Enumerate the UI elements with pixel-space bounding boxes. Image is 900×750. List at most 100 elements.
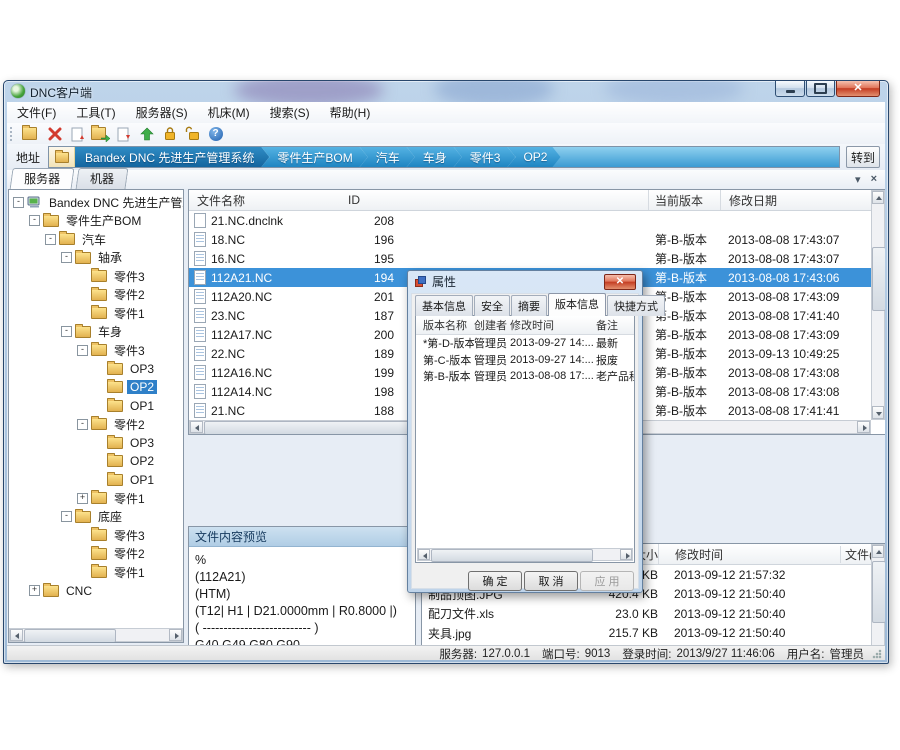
tab-server[interactable]: 服务器 bbox=[9, 168, 74, 190]
tree-item[interactable]: 零件1 bbox=[9, 563, 183, 582]
menu-search[interactable]: 搜索(S) bbox=[260, 102, 320, 123]
attachment-row[interactable]: 配刀文件.xls23.0 KB2013-09-12 21:50:40 bbox=[422, 604, 871, 624]
tree-item[interactable]: 零件1 bbox=[9, 304, 183, 323]
minimize-button[interactable] bbox=[775, 81, 805, 97]
expand-icon[interactable] bbox=[29, 585, 40, 596]
menu-file[interactable]: 文件(F) bbox=[7, 102, 66, 123]
version-row[interactable]: 第-C-版本管理员2013-09-27 14:...报废 bbox=[416, 352, 634, 369]
maximize-button[interactable] bbox=[806, 81, 835, 97]
resize-grip[interactable] bbox=[872, 649, 882, 659]
upload-arrow-icon[interactable] bbox=[138, 125, 155, 142]
tab-shortcut[interactable]: 快捷方式 bbox=[607, 295, 665, 316]
collapse-icon[interactable] bbox=[13, 197, 24, 208]
tree-item-carbody[interactable]: 车身 bbox=[9, 323, 183, 342]
tree-item[interactable]: 零件3 bbox=[9, 526, 183, 545]
tree-item-root[interactable]: Bandex DNC 先进生产管理系统 bbox=[9, 193, 183, 212]
breadcrumb-item-op2[interactable]: OP2 bbox=[507, 147, 562, 167]
version-list-header[interactable]: 版本名称 创建者 修改时间 备注 bbox=[416, 316, 634, 335]
file-list-vscrollbar[interactable] bbox=[871, 190, 885, 420]
new-folder-icon[interactable] bbox=[23, 125, 40, 142]
tab-dropdown-icon[interactable]: ▾ bbox=[855, 173, 861, 186]
file-icon bbox=[194, 251, 206, 266]
ok-button[interactable]: 确 定 bbox=[468, 571, 522, 591]
breadcrumb-item-auto[interactable]: 汽车 bbox=[360, 147, 415, 167]
window-title: DNC客户端 bbox=[30, 84, 92, 101]
tree-item[interactable]: 零件3 bbox=[9, 341, 183, 360]
tree-item[interactable]: OP2 bbox=[9, 452, 183, 471]
server-value: 127.0.0.1 bbox=[482, 648, 530, 660]
attachments-vscrollbar[interactable] bbox=[871, 544, 885, 660]
check-in-file-icon[interactable] bbox=[69, 125, 86, 142]
collapse-icon[interactable] bbox=[45, 234, 56, 245]
breadcrumb-item-bom[interactable]: 零件生产BOM bbox=[261, 147, 367, 167]
dialog-tabs: 基本信息 安全 摘要 版本信息 快捷方式 bbox=[415, 297, 666, 316]
menu-tools[interactable]: 工具(T) bbox=[66, 102, 125, 123]
col-current-version[interactable]: 当前版本 bbox=[648, 190, 720, 210]
collapse-icon[interactable] bbox=[77, 419, 88, 430]
version-row[interactable]: 第-B-版本管理员2013-08-08 17:...老产品程序 bbox=[416, 368, 634, 385]
tree-item[interactable]: 零件2 bbox=[9, 415, 183, 434]
file-row[interactable]: 16.NC195第-B-版本2013-08-08 17:43:07 bbox=[189, 249, 871, 268]
tree-item[interactable]: OP1 bbox=[9, 397, 183, 416]
attachment-row[interactable]: 夹具.jpg215.7 KB2013-09-12 21:50:40 bbox=[422, 624, 871, 644]
go-button[interactable]: 转到 bbox=[846, 146, 880, 168]
col-attach-time[interactable]: 修改时间 bbox=[658, 544, 840, 564]
file-row[interactable]: 18.NC196第-B-版本2013-08-08 17:43:07 bbox=[189, 230, 871, 249]
breadcrumb[interactable]: Bandex DNC 先进生产管理系统 零件生产BOM 汽车 车身 零件3 OP… bbox=[48, 146, 840, 168]
collapse-icon[interactable] bbox=[61, 326, 72, 337]
send-folder-icon[interactable] bbox=[92, 125, 109, 142]
col-file-name[interactable]: 文件名称 bbox=[189, 192, 344, 209]
help-icon[interactable]: ? bbox=[207, 125, 224, 142]
tree-item-auto[interactable]: 汽车 bbox=[9, 230, 183, 249]
file-row[interactable]: 21.NC.dnclnk208 bbox=[189, 211, 871, 230]
file-list-header[interactable]: 文件名称 ID 当前版本 修改日期 bbox=[189, 190, 871, 211]
tree-item-op2-selected[interactable]: OP2 bbox=[9, 378, 183, 397]
col-attach-extra[interactable]: 文件(& bbox=[840, 546, 871, 563]
version-list-hscrollbar[interactable] bbox=[417, 548, 633, 561]
tree-item-cnc[interactable]: CNC bbox=[9, 582, 183, 601]
cancel-button[interactable]: 取 消 bbox=[524, 571, 578, 591]
apply-button[interactable]: 应 用 bbox=[580, 571, 634, 591]
collapse-icon[interactable] bbox=[77, 345, 88, 356]
breadcrumb-item-body[interactable]: 车身 bbox=[407, 147, 462, 167]
tree-item[interactable]: 零件2 bbox=[9, 545, 183, 564]
version-row[interactable]: *第-D-版本管理员2013-09-27 14:...最新 bbox=[416, 335, 634, 352]
dialog-close-button[interactable]: ✕ bbox=[604, 274, 636, 290]
tab-basic-info[interactable]: 基本信息 bbox=[415, 295, 473, 316]
collapse-icon[interactable] bbox=[61, 511, 72, 522]
close-button[interactable]: ✕ bbox=[836, 81, 880, 97]
unlock-icon[interactable] bbox=[184, 125, 201, 142]
tab-security[interactable]: 安全 bbox=[474, 295, 510, 316]
dialog-title-bar[interactable]: 属性 ✕ bbox=[408, 271, 642, 292]
breadcrumb-item-part3[interactable]: 零件3 bbox=[454, 147, 516, 167]
tab-version-info[interactable]: 版本信息 bbox=[548, 293, 606, 316]
version-list: 版本名称 创建者 修改时间 备注 *第-D-版本管理员2013-09-27 14… bbox=[415, 315, 635, 563]
col-id[interactable]: ID bbox=[344, 193, 406, 207]
menu-server[interactable]: 服务器(S) bbox=[126, 102, 198, 123]
tab-close-icon[interactable]: × bbox=[871, 173, 877, 186]
tree-item[interactable]: OP1 bbox=[9, 471, 183, 490]
collapse-icon[interactable] bbox=[61, 252, 72, 263]
tree-hscrollbar[interactable] bbox=[9, 628, 183, 642]
tree-item[interactable]: 零件1 bbox=[9, 489, 183, 508]
expand-icon[interactable] bbox=[77, 493, 88, 504]
check-out-file-icon[interactable] bbox=[115, 125, 132, 142]
col-modified-date[interactable]: 修改日期 bbox=[720, 190, 871, 210]
menu-machine[interactable]: 机床(M) bbox=[198, 102, 260, 123]
collapse-icon[interactable] bbox=[29, 215, 40, 226]
tree-item-base[interactable]: 底座 bbox=[9, 508, 183, 527]
tree-item[interactable]: 零件2 bbox=[9, 286, 183, 305]
tab-summary[interactable]: 摘要 bbox=[511, 295, 547, 316]
tree-item-bom[interactable]: 零件生产BOM bbox=[9, 212, 183, 231]
tree-item-bearing[interactable]: 轴承 bbox=[9, 249, 183, 268]
tree-item[interactable]: 零件3 bbox=[9, 267, 183, 286]
lock-icon[interactable] bbox=[161, 125, 178, 142]
title-bar[interactable]: DNC客户端 ✕ bbox=[4, 81, 888, 102]
menu-help[interactable]: 帮助(H) bbox=[320, 102, 381, 123]
tree-item[interactable]: OP3 bbox=[9, 434, 183, 453]
tree-item[interactable]: OP3 bbox=[9, 360, 183, 379]
delete-icon[interactable] bbox=[46, 125, 63, 142]
properties-dialog: 属性 ✕ 基本信息 安全 摘要 版本信息 快捷方式 bbox=[407, 270, 643, 593]
breadcrumb-item-root[interactable]: Bandex DNC 先进生产管理系统 bbox=[75, 147, 269, 167]
tab-machine[interactable]: 机器 bbox=[76, 168, 129, 189]
